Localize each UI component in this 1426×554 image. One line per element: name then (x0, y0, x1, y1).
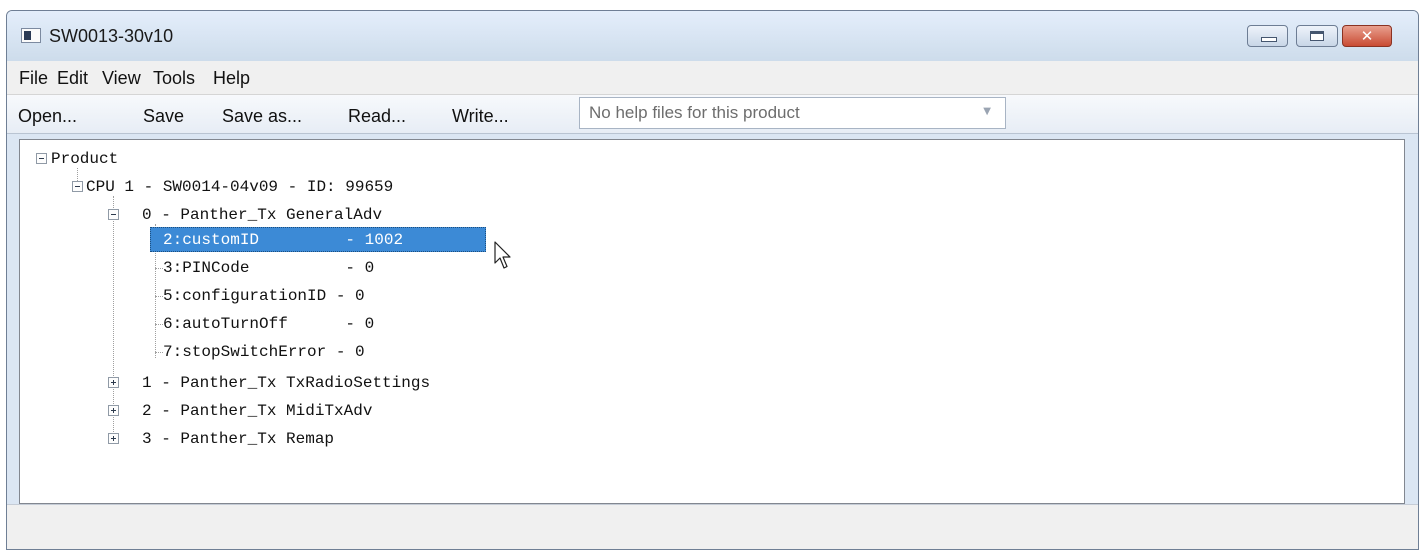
save-as-button[interactable]: Save as... (222, 105, 302, 127)
maximize-button[interactable] (1296, 25, 1338, 47)
status-bar (7, 504, 1418, 549)
tree-connector-line (155, 296, 163, 297)
tree-node-param[interactable]: 3:PINCode - 0 (163, 258, 374, 278)
maximize-icon (1310, 31, 1324, 41)
minimize-button[interactable] (1247, 25, 1288, 47)
mouse-pointer-icon (494, 241, 511, 269)
tree-node-group[interactable]: 2 - Panther_Tx MidiTxAdv (142, 401, 372, 421)
help-files-dropdown[interactable]: No help files for this product ▼ (579, 97, 1006, 129)
tree-node-cpu[interactable]: CPU 1 - SW0014-04v09 - ID: 99659 (86, 177, 393, 197)
tree-node-group[interactable]: 3 - Panther_Tx Remap (142, 429, 334, 449)
tree-node-param-selected[interactable]: 2:customID - 1002 (163, 230, 403, 250)
app-icon (21, 28, 41, 43)
toolbar: Open... Save Save as... Read... Write...… (7, 95, 1418, 134)
close-button[interactable]: ✕ (1342, 25, 1392, 47)
collapse-toggle-group[interactable] (108, 209, 119, 220)
write-button[interactable]: Write... (452, 105, 509, 127)
menu-help[interactable]: Help (213, 67, 250, 89)
menu-view[interactable]: View (102, 67, 141, 89)
tree-connector-line (155, 268, 163, 269)
app-window: SW0013-30v10 ✕ File Edit View Tools Help… (6, 10, 1419, 550)
expand-toggle-group[interactable] (108, 405, 119, 416)
help-files-value: No help files for this product (589, 103, 800, 122)
tree-node-param[interactable]: 6:autoTurnOff - 0 (163, 314, 374, 334)
menu-bar: File Edit View Tools Help (7, 61, 1418, 95)
menu-file[interactable]: File (19, 67, 48, 89)
close-icon: ✕ (1360, 27, 1374, 45)
window-title: SW0013-30v10 (49, 26, 174, 46)
expand-toggle-group[interactable] (108, 433, 119, 444)
tree-node-param[interactable]: 5:configurationID - 0 (163, 286, 365, 306)
collapse-toggle-cpu[interactable] (72, 181, 83, 192)
expand-toggle-group[interactable] (108, 377, 119, 388)
chevron-down-icon[interactable]: ▼ (983, 106, 991, 117)
tree-node-group[interactable]: 1 - Panther_Tx TxRadioSettings (142, 373, 430, 393)
title-bar[interactable]: SW0013-30v10 ✕ (7, 11, 1418, 61)
open-button[interactable]: Open... (18, 105, 77, 127)
minimize-icon (1261, 37, 1277, 42)
tree-node-param[interactable]: 7:stopSwitchError - 0 (163, 342, 365, 362)
menu-edit[interactable]: Edit (57, 67, 88, 89)
save-button[interactable]: Save (143, 105, 184, 127)
parameter-tree: Product CPU 1 - SW0014-04v09 - ID: 99659… (19, 139, 1405, 504)
read-button[interactable]: Read... (348, 105, 406, 127)
tree-node-product[interactable]: Product (51, 149, 118, 169)
menu-tools[interactable]: Tools (153, 67, 195, 89)
tree-connector-line (155, 352, 163, 353)
tree-connector-line (155, 324, 163, 325)
collapse-toggle-product[interactable] (36, 153, 47, 164)
tree-node-group[interactable]: 0 - Panther_Tx GeneralAdv (142, 205, 382, 225)
